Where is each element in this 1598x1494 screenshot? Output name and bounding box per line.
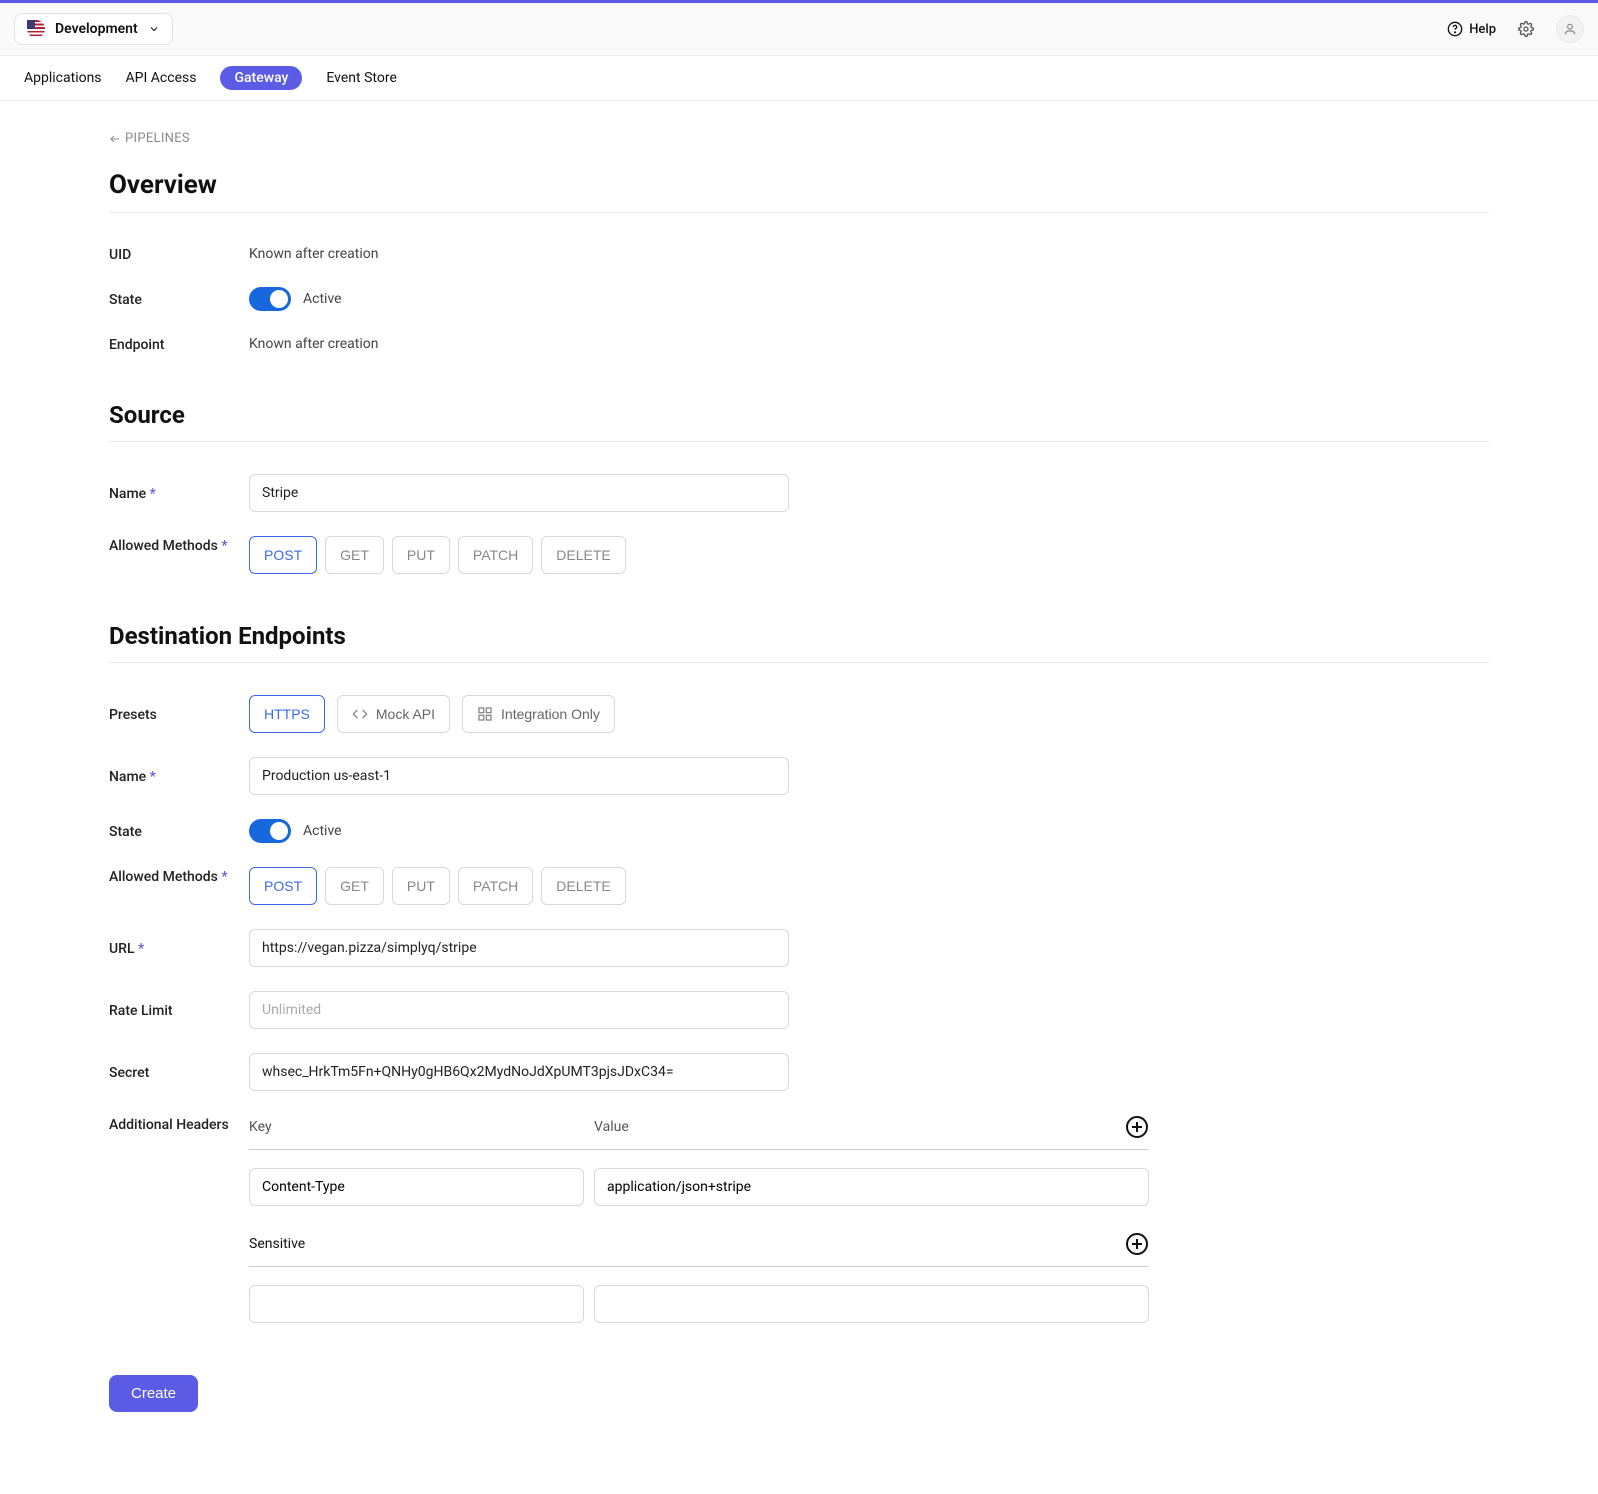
environment-label: Development <box>55 21 138 37</box>
secret-label: Secret <box>109 1063 249 1081</box>
dest-method-put[interactable]: PUT <box>392 867 450 905</box>
endpoint-label: Endpoint <box>109 335 249 353</box>
sensitive-key-input[interactable] <box>249 1285 584 1323</box>
dest-method-post[interactable]: POST <box>249 867 317 905</box>
dest-methods-label: Allowed Methods * <box>109 867 249 885</box>
method-post[interactable]: POST <box>249 536 317 574</box>
add-sensitive-icon[interactable] <box>1125 1232 1149 1256</box>
arrow-left-icon <box>109 133 121 145</box>
nav-tabs: Applications API Access Gateway Event St… <box>0 56 1598 101</box>
headers-key-col: Key <box>249 1119 594 1135</box>
help-link[interactable]: Help <box>1447 21 1496 37</box>
header-row <box>249 1168 1149 1206</box>
uid-label: UID <box>109 245 249 263</box>
secret-input[interactable] <box>249 1053 789 1091</box>
method-get[interactable]: GET <box>325 536 384 574</box>
dest-name-input[interactable] <box>249 757 789 795</box>
code-icon <box>352 706 368 722</box>
preset-integration-only[interactable]: Integration Only <box>462 695 615 733</box>
tab-applications[interactable]: Applications <box>24 66 102 90</box>
dest-method-get[interactable]: GET <box>325 867 384 905</box>
url-input[interactable] <box>249 929 789 967</box>
rate-limit-label: Rate Limit <box>109 1001 249 1019</box>
user-icon <box>1563 22 1577 36</box>
add-header-icon[interactable] <box>1125 1115 1149 1139</box>
page-content: PIPELINES Overview UID Known after creat… <box>39 101 1559 1472</box>
topbar: Development Help <box>0 0 1598 56</box>
preset-mock-api[interactable]: Mock API <box>337 695 450 733</box>
chevron-down-icon <box>148 23 160 35</box>
method-patch[interactable]: PATCH <box>458 536 533 574</box>
row-uid: UID Known after creation <box>109 233 1489 275</box>
row-source-name: Name * <box>109 462 1489 524</box>
dest-state-value: Active <box>303 823 342 839</box>
header-key-input[interactable] <box>249 1168 584 1206</box>
qr-icon <box>477 706 493 722</box>
row-state: State Active <box>109 275 1489 323</box>
row-url: URL * <box>109 917 1489 979</box>
create-button[interactable]: Create <box>109 1375 198 1412</box>
row-dest-methods: Allowed Methods * POST GET PUT PATCH DEL… <box>109 855 1489 917</box>
destination-heading: Destination Endpoints <box>109 622 1489 650</box>
row-source-methods: Allowed Methods * POST GET PUT PATCH DEL… <box>109 524 1489 586</box>
headers-value-col: Value <box>594 1119 1125 1135</box>
sensitive-value-input[interactable] <box>594 1285 1149 1323</box>
row-endpoint: Endpoint Known after creation <box>109 323 1489 365</box>
endpoint-value: Known after creation <box>249 336 378 352</box>
uid-value: Known after creation <box>249 246 378 262</box>
row-dest-name: Name * <box>109 745 1489 807</box>
user-avatar-button[interactable] <box>1556 15 1584 43</box>
source-name-input[interactable] <box>249 474 789 512</box>
breadcrumb-label: PIPELINES <box>125 131 190 146</box>
row-rate-limit: Rate Limit <box>109 979 1489 1041</box>
section-divider <box>109 662 1489 663</box>
headers-area: Key Value Sensitive <box>249 1115 1149 1333</box>
presets-label: Presets <box>109 705 249 723</box>
source-name-label: Name * <box>109 484 249 502</box>
dest-methods-group: POST GET PUT PATCH DELETE <box>249 867 626 905</box>
row-additional-headers: Additional Headers Key Value Sensitive <box>109 1103 1489 1345</box>
header-value-input[interactable] <box>594 1168 1149 1206</box>
flag-us-icon <box>27 20 45 38</box>
dest-name-label: Name * <box>109 767 249 785</box>
sensitive-label: Sensitive <box>249 1236 305 1252</box>
environment-selector[interactable]: Development <box>14 13 173 45</box>
headers-header: Key Value <box>249 1115 1149 1150</box>
url-label: URL * <box>109 939 249 957</box>
gear-icon <box>1518 21 1534 37</box>
tab-gateway[interactable]: Gateway <box>220 66 302 90</box>
presets-group: HTTPS Mock API Integration Only <box>249 695 615 733</box>
row-dest-state: State Active <box>109 807 1489 855</box>
settings-button[interactable] <box>1512 15 1540 43</box>
headers-label: Additional Headers <box>109 1115 249 1133</box>
rate-limit-input[interactable] <box>249 991 789 1029</box>
row-presets: Presets HTTPS Mock API Integration Only <box>109 683 1489 745</box>
method-delete[interactable]: DELETE <box>541 536 625 574</box>
source-methods-group: POST GET PUT PATCH DELETE <box>249 536 626 574</box>
method-put[interactable]: PUT <box>392 536 450 574</box>
source-methods-label: Allowed Methods * <box>109 536 249 554</box>
sensitive-row <box>249 1285 1149 1323</box>
dest-method-delete[interactable]: DELETE <box>541 867 625 905</box>
topbar-right: Help <box>1447 15 1584 43</box>
state-toggle[interactable] <box>249 287 291 311</box>
preset-https[interactable]: HTTPS <box>249 695 325 733</box>
tab-event-store[interactable]: Event Store <box>326 66 396 90</box>
source-heading: Source <box>109 401 1489 429</box>
state-label: State <box>109 290 249 308</box>
dest-method-patch[interactable]: PATCH <box>458 867 533 905</box>
breadcrumb-back[interactable]: PIPELINES <box>109 131 190 146</box>
section-divider <box>109 212 1489 213</box>
help-icon <box>1447 21 1463 37</box>
row-secret: Secret <box>109 1041 1489 1103</box>
state-value: Active <box>303 291 342 307</box>
help-label: Help <box>1469 22 1496 37</box>
dest-state-toggle[interactable] <box>249 819 291 843</box>
sensitive-header: Sensitive <box>249 1232 1149 1267</box>
tab-api-access[interactable]: API Access <box>126 66 197 90</box>
dest-state-label: State <box>109 822 249 840</box>
overview-heading: Overview <box>109 170 1489 200</box>
section-divider <box>109 441 1489 442</box>
